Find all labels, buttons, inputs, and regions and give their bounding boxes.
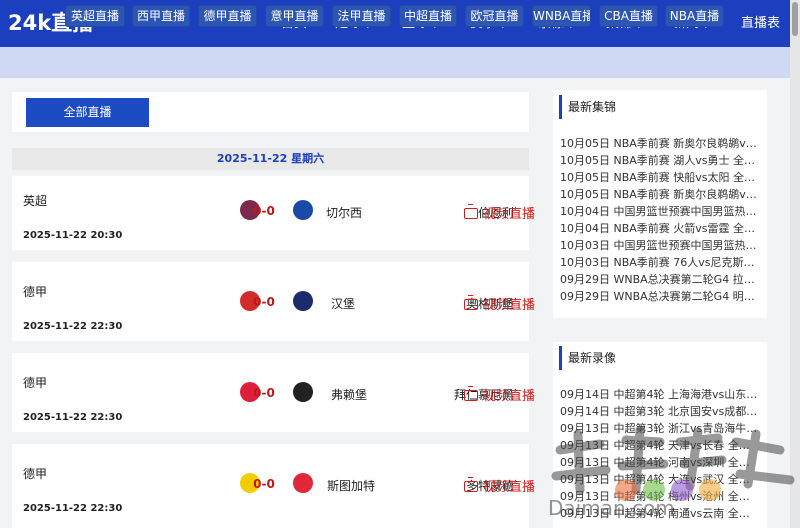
- away-team[interactable]: 斯图加特: [327, 477, 375, 494]
- subnav-csl[interactable]: 中超直播: [399, 5, 457, 27]
- match-score: 0-0: [253, 386, 275, 400]
- away-crest-icon: [293, 200, 313, 220]
- away-team[interactable]: 弗赖堡: [331, 386, 367, 403]
- subnav-nba[interactable]: NBA直播: [665, 5, 724, 27]
- tv-icon: [464, 204, 478, 219]
- subnav-seriea[interactable]: 意甲直播: [265, 5, 324, 27]
- video-live-link[interactable]: 视频直播: [464, 476, 535, 495]
- replay-link[interactable]: 09月13日 中超第3轮 浙江vs青岛海牛 全场录像: [560, 420, 758, 437]
- match-time: 2025-11-22 22:30: [23, 321, 123, 332]
- replays-title: 最新录像: [559, 346, 759, 370]
- video-live-link[interactable]: 视频直播: [464, 385, 535, 404]
- away-crest-icon: [293, 473, 313, 493]
- watermark-text: Daiman.com: [548, 496, 675, 520]
- match-time: 2025-11-22 22:30: [23, 503, 123, 514]
- tv-icon: [464, 477, 478, 492]
- highlight-link[interactable]: 10月05日 NBA季前赛 快船vs太阳 全场集锦: [560, 169, 758, 186]
- match-league: 德甲: [23, 285, 48, 299]
- match-time: 2025-11-22 22:30: [23, 412, 123, 423]
- highlight-link[interactable]: 10月04日 NBA季前赛 火箭vs雷霆 全场集锦: [560, 220, 758, 237]
- tab-all-live[interactable]: 全部直播: [26, 98, 149, 127]
- nav-schedule[interactable]: 直播表: [741, 14, 780, 34]
- replay-link[interactable]: 09月14日 中超第3轮 北京国安vs成都 全场录像: [560, 403, 758, 420]
- subnav-epl[interactable]: 英超直播: [65, 5, 125, 27]
- highlight-link[interactable]: 09月29日 WNBA总决赛第二轮G4 明尼苏达山猫vs纽约自由 全场集锦: [560, 288, 758, 305]
- away-crest-icon: [293, 291, 313, 311]
- subnav-bundesliga[interactable]: 德甲直播: [198, 5, 257, 27]
- highlight-link[interactable]: 10月04日 中国男篮世预赛中国男篮热身赛 广东vs北京 全场集锦: [560, 203, 758, 220]
- highlight-link[interactable]: 10月03日 中国男篮世预赛中国男篮热身赛 上海vs辽宁 全场集锦: [560, 237, 758, 254]
- date-header: 2025-11-22 星期六: [12, 148, 529, 170]
- highlight-link[interactable]: 10月03日 NBA季前赛 76人vs尼克斯 全场集锦: [560, 254, 758, 271]
- replay-link[interactable]: 09月14日 中超第4轮 上海海港vs山东泰山 全场录像: [560, 386, 758, 403]
- video-live-link[interactable]: 视频直播: [464, 203, 535, 222]
- subnav-laliga[interactable]: 西甲直播: [132, 5, 190, 27]
- subnav-ucl[interactable]: 欧冠直播: [465, 5, 524, 27]
- scrollbar-thumb[interactable]: [792, 2, 798, 36]
- subnav-cba[interactable]: CBA直播: [599, 5, 658, 27]
- tv-icon: [464, 386, 478, 401]
- match-time: 2025-11-22 20:30: [23, 230, 123, 241]
- match-score: 0-0: [253, 295, 275, 309]
- sub-navigation: [0, 47, 790, 78]
- match-score: 0-0: [253, 477, 275, 491]
- highlight-link[interactable]: 10月05日 NBA季前赛 湖人vs勇士 全场集锦: [560, 152, 758, 169]
- subnav-ligue1[interactable]: 法甲直播: [332, 5, 391, 27]
- highlights-title: 最新集锦: [559, 95, 759, 119]
- subnav-wnba[interactable]: WNBA直播: [532, 5, 591, 27]
- match-league: 德甲: [23, 467, 48, 481]
- tv-icon: [464, 295, 478, 310]
- away-team[interactable]: 切尔西: [326, 204, 362, 221]
- highlight-link[interactable]: 09月29日 WNBA总决赛第二轮G4 拉斯维加斯vs凤凰城 全场集锦: [560, 271, 758, 288]
- away-team[interactable]: 汉堡: [331, 295, 355, 312]
- match-score: 0-0: [253, 204, 275, 218]
- match-league: 德甲: [23, 376, 48, 390]
- away-crest-icon: [293, 382, 313, 402]
- page-scrollbar[interactable]: [790, 0, 800, 528]
- video-live-link[interactable]: 视频直播: [464, 294, 535, 313]
- match-league: 英超: [23, 194, 48, 208]
- replay-link[interactable]: 09月13日 中超第4轮 河南vs深圳 全场录像: [560, 454, 758, 471]
- highlight-link[interactable]: 10月05日 NBA季前赛 新奥尔良鹈鹕vs尼克斯 全场集锦: [560, 135, 758, 152]
- replay-link[interactable]: 09月13日 中超第4轮 天津vs长春 全场录像: [560, 437, 758, 454]
- highlight-link[interactable]: 10月05日 NBA季前赛 新奥尔良鹈鹕vs魔术 全场集锦: [560, 186, 758, 203]
- replay-link[interactable]: 09月13日 中超第4轮 大连vs武汉 全场录像: [560, 471, 758, 488]
